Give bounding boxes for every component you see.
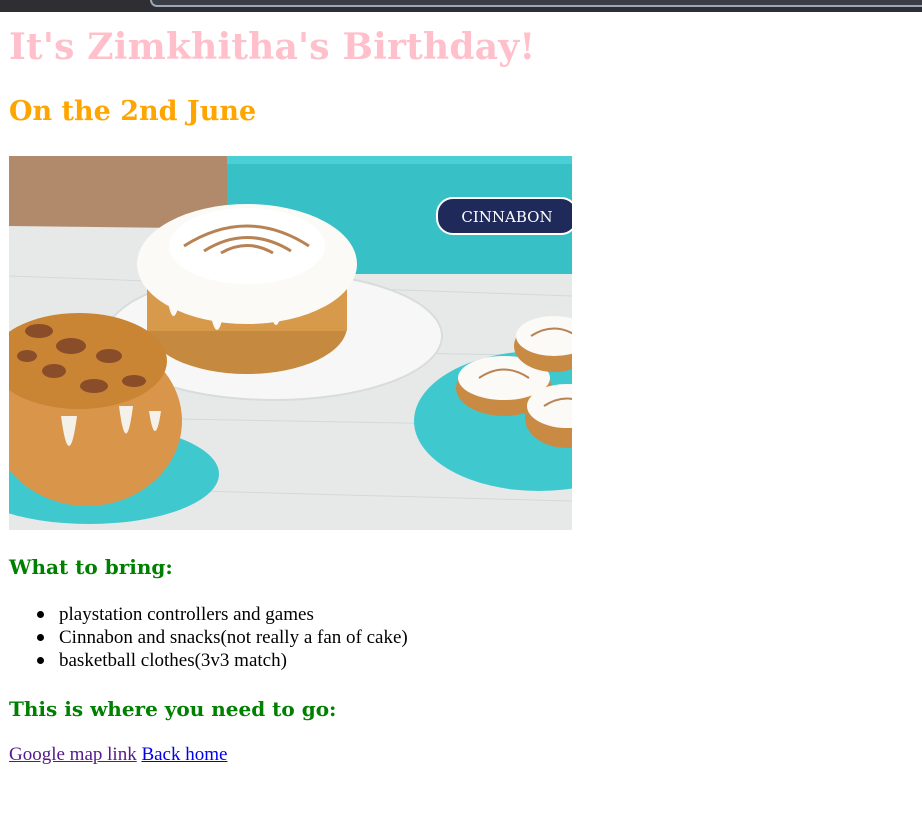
list-item-text: playstation controllers and games (59, 604, 314, 625)
where-to-go-heading: This is where you need to go: (9, 697, 337, 721)
list-item: playstation controllers and games (37, 603, 408, 626)
cinnabon-logo-text: CINNABON (461, 208, 552, 226)
date-heading: On the 2nd June (9, 96, 257, 127)
google-map-link[interactable]: Google map link (9, 744, 137, 765)
list-item-text: Cinnabon and snacks(not really a fan of … (59, 627, 408, 648)
cinnabon-photo: CINNABON (9, 156, 572, 530)
bullet-icon (37, 657, 44, 664)
browser-tab-edge (150, 0, 922, 7)
what-to-bring-heading: What to bring: (9, 555, 173, 579)
list-item: basketball clothes(3v3 match) (37, 649, 408, 672)
list-item: Cinnabon and snacks(not really a fan of … (37, 626, 408, 649)
bring-list: playstation controllers and games Cinnab… (9, 603, 408, 672)
links-row: Google map link Back home (9, 744, 227, 766)
bullet-icon (37, 634, 44, 641)
back-home-link[interactable]: Back home (141, 744, 227, 765)
browser-chrome-strip (0, 0, 922, 12)
page-title: It's Zimkhitha's Birthday! (9, 26, 536, 68)
cinnabon-logo: CINNABON (436, 197, 572, 235)
list-item-text: basketball clothes(3v3 match) (59, 650, 287, 671)
bullet-icon (37, 611, 44, 618)
